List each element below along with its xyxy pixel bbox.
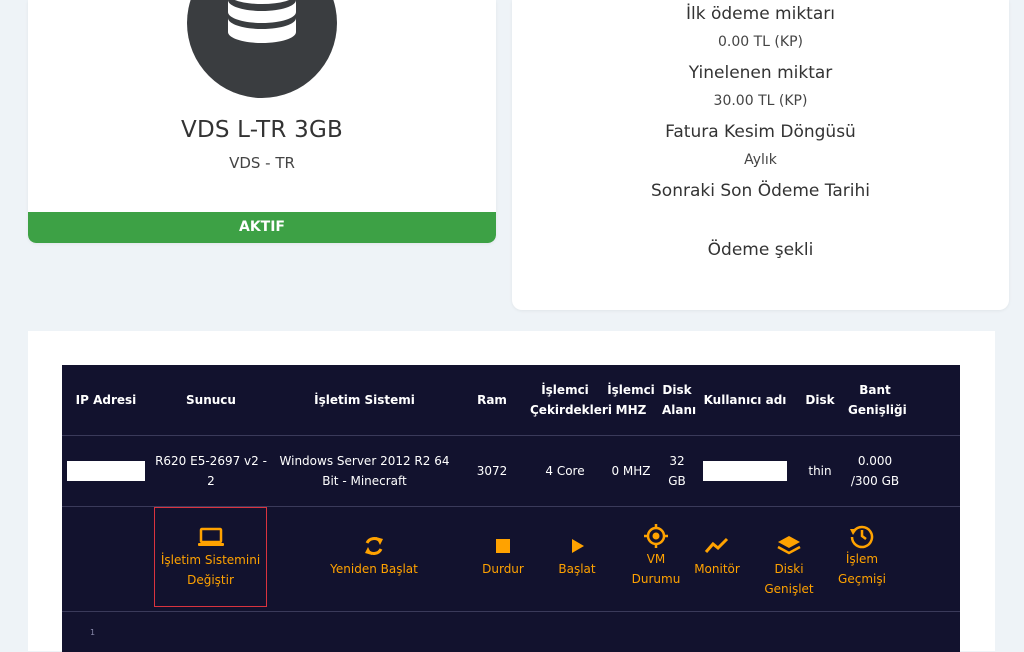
header-disk: Disk [805,393,835,407]
cell-cores: 4 Core [545,464,585,478]
next-due-label: Sonraki Son Ödeme Tarihi [651,181,870,201]
service-panel: IP Adresi Sunucu İşletim Sistemi Ram İşl… [28,331,995,652]
restart-label: Yeniden Başlat [330,562,418,576]
refresh-icon [365,537,383,555]
disk-expand-label: Diski Genişlet [764,562,814,596]
table-footer: 1 [62,612,960,652]
cell-os: Windows Server 2012 R2 64 Bit - Minecraf… [279,454,450,488]
history-label: İşlem Geçmişi [838,552,886,586]
cell-server: R620 E5-2697 v2 - 2 [155,454,267,488]
start-label: Başlat [558,562,596,576]
change-os-label: İşletim Sistemini Değiştir [160,553,261,587]
header-server: Sunucu [186,393,236,407]
action-bar: İşletim Sistemini Değiştir Yeniden Başla… [62,507,960,612]
disk-expand-button[interactable]: Diski Genişlet [748,507,830,607]
service-table: IP Adresi Sunucu İşletim Sistemi Ram İşl… [62,365,960,652]
history-button[interactable]: İşlem Geçmişi [834,507,890,607]
header-cores: İşlemci Çekirdekleri [530,383,612,417]
header-ip: IP Adresi [75,393,137,407]
stop-icon [496,539,510,553]
header-disk-size: Disk Alanı [662,383,697,417]
stop-button[interactable]: Durdur [476,507,530,607]
vm-status-button[interactable]: VM Durumu [628,507,684,607]
first-payment-label: İlk ödeme miktarı [686,4,835,24]
vm-status-label: VM Durumu [631,552,681,586]
product-name: VDS L-TR 3GB [181,117,343,143]
start-button[interactable]: Başlat [552,507,602,607]
status-badge: AKTIF [28,212,496,243]
cell-bandwidth: 0.000 /300 GB [850,454,900,488]
history-icon [850,525,874,549]
first-payment-value: 0.00 TL (KP) [718,34,803,50]
product-card: VDS L-TR 3GB VDS - TR AKTIF [28,0,496,243]
header-bandwidth: Bant Genişliği [848,383,907,417]
cell-disk: thin [808,464,832,478]
crosshair-icon [644,524,668,548]
cell-ram: 3072 [476,464,508,478]
header-mhz: İşlemci MHZ [607,383,655,417]
username-redacted [703,461,787,482]
change-os-button[interactable]: İşletim Sistemini Değiştir [154,507,267,607]
product-group: VDS - TR [229,154,295,172]
billing-cycle-label: Fatura Kesim Döngüsü [665,122,856,142]
laptop-icon [197,527,224,546]
monitor-button[interactable]: Monitör [692,507,742,607]
database-icon [187,0,337,98]
cell-mhz: 0 MHZ [611,464,651,478]
cell-username [695,461,795,482]
play-icon [572,539,584,553]
cell-ip [62,461,150,482]
chart-line-icon [704,537,729,553]
header-ram: Ram [477,393,507,407]
monitor-label: Monitör [694,562,740,576]
payment-method-label: Ödeme şekli [707,240,814,260]
recurring-label: Yinelenen miktar [688,63,833,83]
ip-redacted [67,461,145,482]
layers-icon [777,536,801,555]
cell-disk-size: 32 GB [668,454,686,488]
table-header: IP Adresi Sunucu İşletim Sistemi Ram İşl… [62,365,960,436]
restart-button[interactable]: Yeniden Başlat [324,507,424,607]
header-username: Kullanıcı adı [703,393,787,407]
recurring-value: 30.00 TL (KP) [713,93,808,109]
table-row: R620 E5-2697 v2 - 2 Windows Server 2012 … [62,436,960,507]
billing-cycle-value: Aylık [744,152,777,168]
stop-label: Durdur [482,562,524,576]
billing-card: İlk ödeme miktarı 0.00 TL (KP) Yinelenen… [512,0,1009,310]
header-os: İşletim Sistemi [314,393,415,407]
